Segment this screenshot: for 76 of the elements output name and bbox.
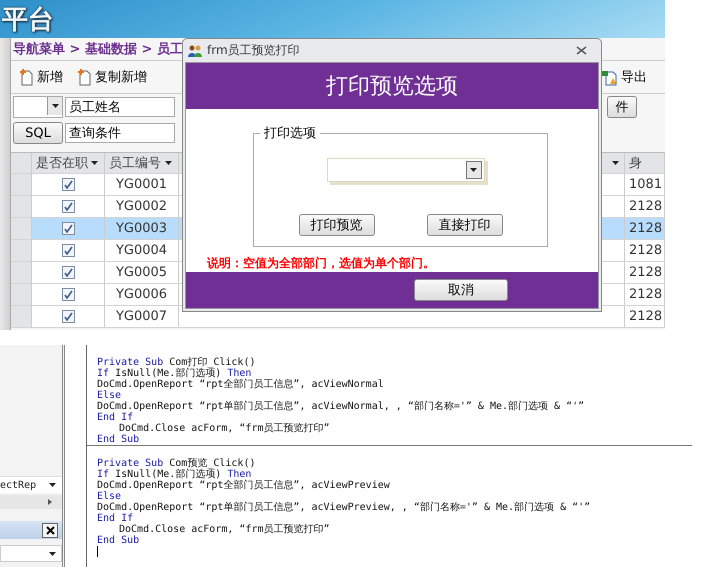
users-icon	[188, 44, 203, 56]
checkbox[interactable]	[62, 288, 74, 301]
table-cell: YG0002	[116, 199, 168, 214]
table-cell: 2128	[629, 287, 662, 302]
dropdown-arrow-icon	[49, 552, 56, 556]
dropdown-arrow-icon	[49, 483, 56, 487]
property-value: ectRep	[0, 480, 38, 490]
code-line: Private Sub Com预览_Click()	[97, 458, 256, 469]
export-icon	[602, 68, 618, 86]
table-cell: YG0001	[116, 177, 168, 192]
close-icon[interactable]	[576, 46, 587, 55]
sql-button[interactable]: SQL	[13, 122, 63, 144]
code-editor[interactable]	[86, 345, 692, 567]
code-line: End If	[97, 513, 134, 524]
print-button[interactable]: 打印预览	[298, 214, 374, 236]
code-line: DoCmd.OpenReport “rpt单部门员工信息”, acViewPreview, , “部门名称='” & Me.部门选项 & “'”	[97, 502, 592, 513]
close-icon	[46, 526, 54, 534]
code-line: End Sub	[97, 535, 140, 546]
scrollbar[interactable]	[0, 495, 62, 509]
table-cell: YG0003	[116, 221, 168, 236]
query-condition-input[interactable]: 查询条件	[65, 123, 175, 143]
table-cell: YG0004	[116, 243, 168, 258]
sort-arrow-icon	[165, 161, 172, 165]
window-title: frm员工预览打印	[207, 42, 301, 59]
table-cell: YG0005	[116, 265, 168, 280]
table-cell: 1081	[629, 177, 662, 192]
table-cell: 2128	[629, 265, 662, 280]
table-cell: 2128	[629, 221, 662, 236]
table-cell: 2128	[629, 309, 662, 324]
sort-arrow-icon	[612, 161, 619, 165]
code-line: DoCmd.OpenReport “rpt单部门员工信息”, acViewNormal, , “部门名称='” & Me.部门选项 & “'”	[97, 401, 586, 412]
checkbox[interactable]	[62, 178, 74, 191]
text-cursor	[97, 546, 98, 557]
banner-title: 平台	[2, 4, 54, 36]
checkbox[interactable]	[62, 244, 74, 257]
table-cell: 2128	[629, 199, 662, 214]
column-header: 员工编号	[109, 155, 161, 172]
checkbox[interactable]	[62, 200, 74, 213]
code-line: DoCmd.OpenReport “rpt全部门员工信息”, acViewNormal	[97, 379, 385, 390]
field-dropdown[interactable]	[13, 96, 63, 118]
table-cell: YG0007	[116, 309, 168, 324]
new-document-icon	[77, 68, 92, 86]
group-label: 打印选项	[260, 124, 320, 142]
new-document-icon	[19, 68, 34, 86]
column-header: 是否在职	[36, 155, 88, 172]
checkbox[interactable]	[62, 222, 74, 235]
table-cell: YG0006	[116, 287, 168, 302]
checkbox[interactable]	[62, 266, 74, 279]
search-button[interactable]: 件	[607, 96, 637, 118]
toolbar-button[interactable]: 复制新增	[77, 68, 147, 86]
toolbar-button[interactable]: 导出	[602, 68, 647, 86]
code-line: End If	[97, 412, 134, 423]
column-header: 身	[629, 155, 642, 172]
code-line: Else	[97, 491, 122, 502]
checkbox[interactable]	[62, 310, 74, 323]
table-cell: 2128	[629, 243, 662, 258]
scroll-arrow-icon[interactable]	[48, 499, 52, 505]
close-button[interactable]	[42, 522, 58, 538]
code-line: If IsNull(Me.部门选项) Then	[97, 368, 252, 379]
field-name-input[interactable]: 员工姓名	[65, 97, 175, 117]
cancel-button[interactable]: 取消	[414, 279, 508, 301]
code-line: DoCmd.Close acForm, “frm员工预览打印”	[118, 524, 331, 535]
dropdown-arrow-icon	[52, 104, 58, 108]
code-line: End Sub	[97, 434, 140, 445]
sort-arrow-icon	[91, 161, 98, 165]
toolbar-button[interactable]: 新增	[19, 68, 63, 86]
dialog-heading: 打印预览选项	[326, 73, 458, 101]
breadcrumb: 导航菜单 > 基础数据 > 员工	[13, 40, 183, 58]
print-button[interactable]: 直接打印	[426, 214, 502, 236]
code-line: DoCmd.OpenReport “rpt全部门员工信息”, acViewPreview	[97, 480, 391, 491]
note-text: 说明：空值为全部部门，选值为单个部门。	[207, 255, 436, 272]
code-line: Private Sub Com打印_Click()	[97, 357, 256, 368]
dropdown-arrow-icon	[470, 168, 477, 172]
code-line: Else	[97, 390, 122, 401]
code-line: If IsNull(Me.部门选项) Then	[97, 469, 252, 480]
code-line: DoCmd.Close acForm, “frm员工预览打印”	[118, 423, 331, 434]
